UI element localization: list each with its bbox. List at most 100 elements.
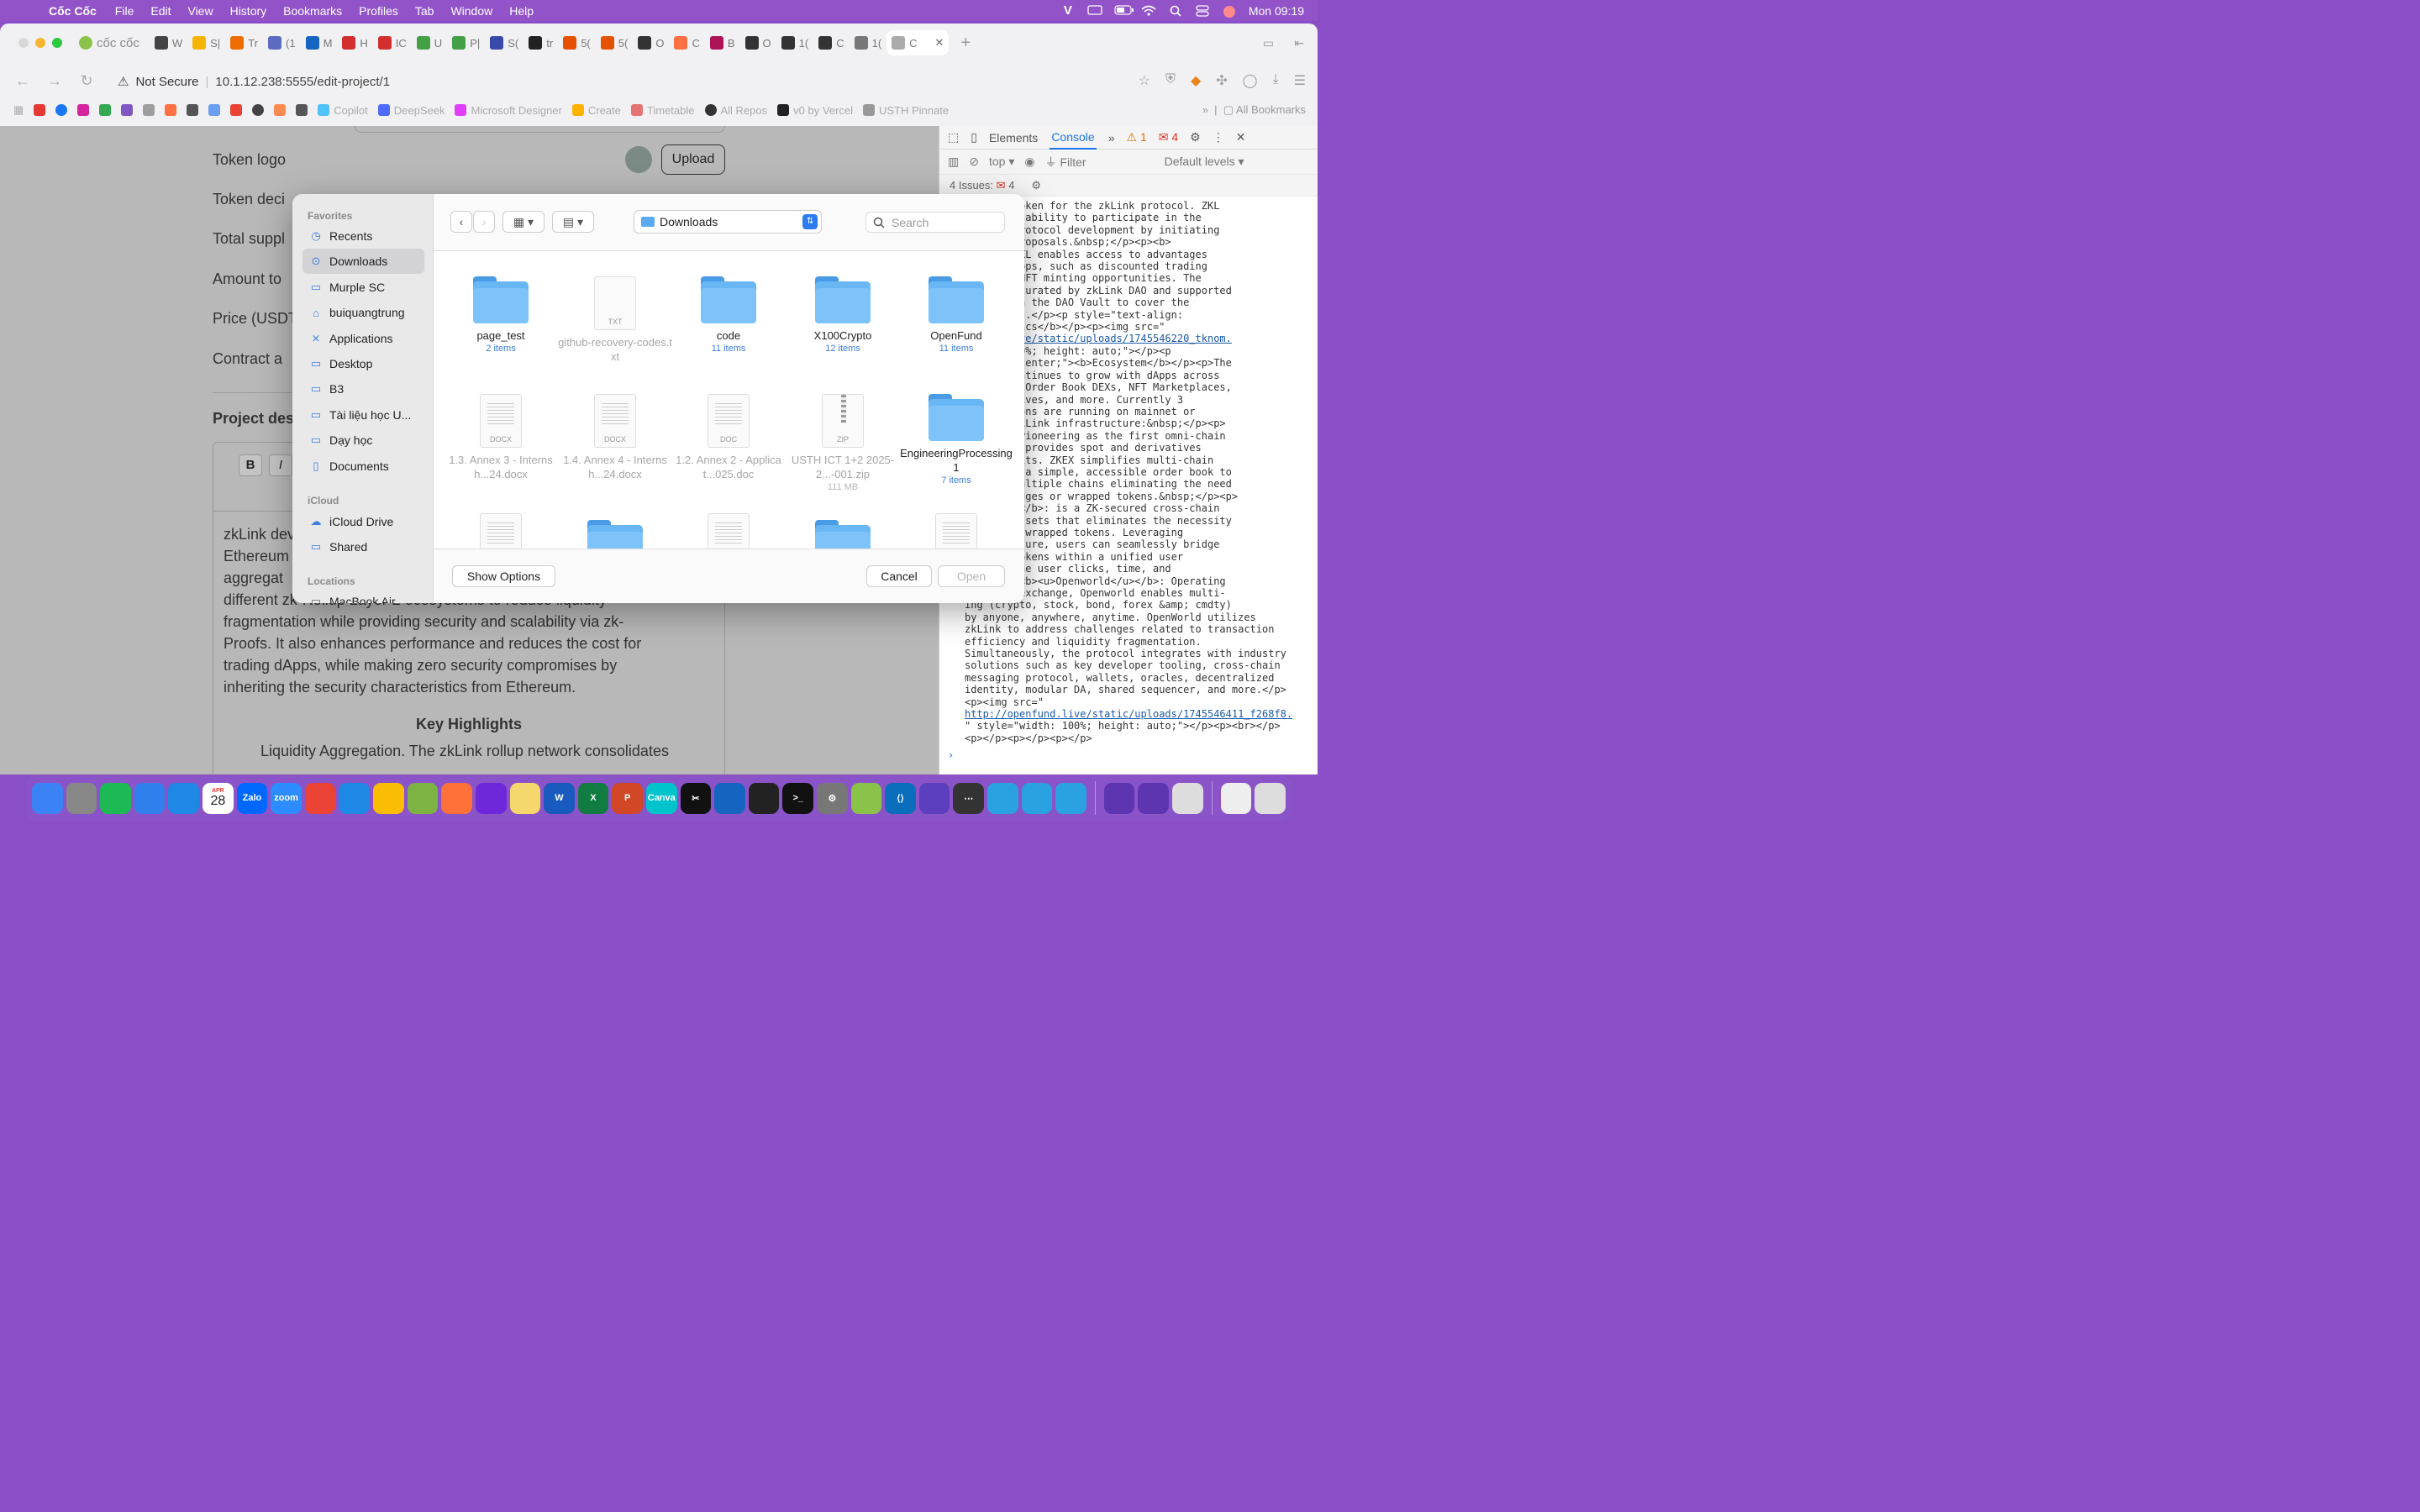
inspect-icon[interactable]: ⬚ [948, 130, 959, 144]
nav-forward-button[interactable]: › [473, 211, 495, 233]
sidebar-item-downloads[interactable]: ⊙ Downloads [302, 249, 424, 275]
open-button[interactable]: Open [938, 565, 1005, 587]
url-text[interactable]: 10.1.12.238:5555/edit-project/1 [215, 75, 390, 89]
sidebar-item-desktop[interactable]: ▭ Desktop [302, 351, 424, 376]
control-center-icon[interactable] [1195, 4, 1210, 17]
instagram-icon[interactable] [77, 104, 90, 116]
reload-button[interactable]: ↻ [71, 72, 103, 90]
bookmark-create[interactable]: Create [571, 104, 621, 117]
powerpoint-icon[interactable]: P [612, 782, 643, 814]
zoom-window-button[interactable] [52, 38, 62, 48]
app-store-icon[interactable] [168, 782, 200, 814]
bookmark-all-repos[interactable]: All Repos [704, 104, 767, 117]
file-item[interactable]: ZIP USTH ICT 1+2 2025-2...-001.zip 111 MB [786, 394, 900, 492]
minimize-window-button[interactable] [35, 38, 45, 48]
clear-console-icon[interactable]: ⊘ [969, 155, 979, 169]
chrome-icon-2[interactable] [373, 782, 404, 814]
context-select[interactable]: top ▾ [989, 155, 1014, 169]
app-icon-3[interactable] [165, 104, 177, 116]
app-icon-7[interactable] [274, 104, 287, 116]
issues-gear-icon[interactable]: ⚙ [1031, 179, 1041, 192]
nav-back-button[interactable]: ‹ [450, 211, 472, 233]
close-tab-icon[interactable]: ✕ [935, 36, 944, 50]
menu-window[interactable]: Window [442, 4, 501, 18]
app-icon-6[interactable] [252, 104, 265, 116]
group-by-button[interactable]: ▤ ▾ [552, 211, 594, 233]
facebook-icon[interactable] [55, 104, 68, 116]
browser-tab[interactable]: C ✕ [886, 30, 950, 55]
app-menu[interactable]: Cốc Cốc [39, 4, 107, 18]
folder-item[interactable]: EngineeringProcessing 17 items [899, 394, 1013, 486]
bookmark-copilot[interactable]: Copilot [318, 104, 368, 117]
firefox-icon[interactable] [441, 782, 472, 814]
bookmark-usth-pinnate[interactable]: USTH Pinnate [862, 104, 949, 117]
address-bar[interactable]: ⚠ Not Secure | 10.1.12.238:5555/edit-pro… [109, 68, 1109, 95]
menu-profiles[interactable]: Profiles [350, 4, 407, 18]
tab-coccoc-home[interactable]: cốc cốc [74, 30, 150, 55]
app-icon-b[interactable] [1138, 782, 1170, 814]
chatgpt-icon[interactable] [748, 782, 780, 814]
file-item[interactable]: DOCX 1.4. Annex 4 - Internsh...24.docx [558, 394, 672, 481]
zalo-icon[interactable]: Zalo [236, 782, 268, 814]
sidebar-toggle-icon[interactable]: ▥ [948, 155, 959, 169]
browser-tab[interactable]: 5( [596, 30, 634, 55]
browser-tab[interactable]: 5( [558, 30, 596, 55]
vpn-icon[interactable]: V [1060, 4, 1076, 17]
drive-icon[interactable] [99, 104, 112, 116]
sidebar-item-b3[interactable]: ▭ B3 [302, 376, 424, 402]
bookmark-v0[interactable]: v0 by Vercel [777, 104, 853, 117]
battery-icon[interactable] [1114, 4, 1134, 17]
search-tabs-icon[interactable]: ▭ [1263, 36, 1274, 50]
more-tabs-icon[interactable]: » [1108, 131, 1115, 144]
back-button[interactable]: ← [7, 72, 39, 90]
view-mode-button[interactable]: ▦ ▾ [502, 211, 544, 233]
warning-icon[interactable]: ⚠ [118, 74, 129, 89]
sidebar-item-murple-sc[interactable]: ▭ Murple SC [302, 275, 424, 300]
forward-button[interactable]: → [39, 72, 71, 90]
close-devtools-icon[interactable]: ✕ [1236, 130, 1246, 144]
kebab-menu-icon[interactable]: ⋮ [1213, 130, 1224, 144]
upload-button[interactable]: Upload [661, 144, 725, 175]
log-levels-select[interactable]: Default levels ▾ [1165, 155, 1244, 169]
browser-tab[interactable]: C [669, 30, 704, 55]
wifi-icon[interactable] [1141, 5, 1156, 17]
browser-tab[interactable]: Tr [225, 30, 263, 55]
menu-help[interactable]: Help [501, 4, 542, 18]
folder-item[interactable]: code 11 items [671, 276, 786, 354]
file-item[interactable]: TXT github-recovery-codes.txt [558, 276, 672, 364]
file-item[interactable]: DOCX 1.3. Annex 3 - Internsh...24.docx [444, 394, 558, 481]
chrome-icon[interactable] [304, 782, 336, 814]
calendar-icon[interactable]: APR 28 [203, 782, 234, 814]
more-icon[interactable]: ⋯ [953, 782, 985, 814]
app-icon-a[interactable] [1103, 782, 1135, 814]
bookmark-microsoft-designer[interactable]: Microsoft Designer [455, 104, 562, 117]
telegram-icon[interactable] [987, 782, 1018, 814]
location-popup[interactable]: Downloads ⇅ [634, 210, 822, 234]
sidebar-item-icloud-drive[interactable]: ☁ iCloud Drive [302, 509, 424, 534]
tab-console[interactable]: Console [1050, 126, 1097, 150]
profile-icon[interactable]: ◯ [1243, 72, 1258, 89]
folder-item[interactable] [558, 520, 672, 549]
bookmark-timetable[interactable]: Timetable [630, 104, 695, 117]
document-stack-icon[interactable] [1220, 782, 1252, 814]
download-icon[interactable]: ⤓ [1273, 72, 1279, 89]
messenger-icon[interactable] [134, 782, 166, 814]
sidebar-item-day-hoc[interactable]: ▭ Dạy học [302, 428, 424, 453]
youtube-icon[interactable] [34, 104, 46, 116]
sidebar-item-tai-lieu-hoc[interactable]: ▭ Tài liệu học U... [302, 402, 424, 428]
flat-dictionary-icon[interactable] [714, 782, 745, 814]
capcut-icon[interactable]: ✂ [680, 782, 712, 814]
app-icon-green[interactable] [850, 782, 882, 814]
finder-icon[interactable] [32, 782, 63, 814]
bold-button[interactable]: B [239, 454, 262, 476]
sidebar-item-shared[interactable]: ▭ Shared [302, 534, 424, 559]
file-item[interactable] [444, 513, 558, 549]
menu-history[interactable]: History [222, 4, 276, 18]
file-item[interactable] [671, 513, 786, 549]
error-count[interactable]: ✉ 4 [1159, 130, 1178, 144]
spotlight-icon[interactable] [1168, 5, 1183, 17]
sidebar-item-documents[interactable]: ▯ Documents [302, 454, 424, 479]
settings-icon[interactable]: ⚙ [817, 782, 848, 814]
discord-icon[interactable] [296, 104, 308, 116]
clock[interactable]: Mon 09:19 [1249, 4, 1304, 18]
